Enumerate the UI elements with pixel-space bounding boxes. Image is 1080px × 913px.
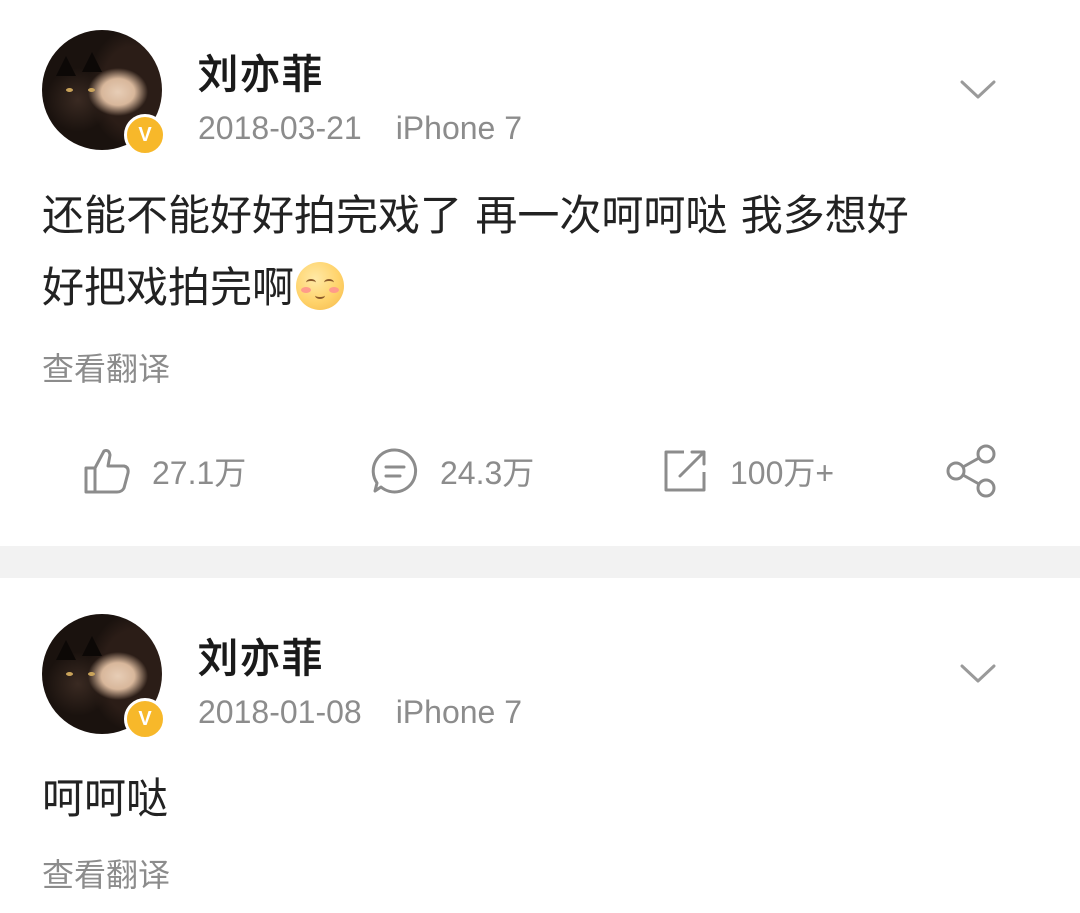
comment-icon	[371, 448, 418, 494]
chevron-down-icon[interactable]	[960, 664, 996, 684]
post-meta: 2018-03-21 iPhone 7	[198, 110, 522, 147]
emoji-mouth	[315, 292, 326, 299]
post-card: V 刘亦菲 2018-03-21 iPhone 7 还能不能好好拍完戏了 再一次呵…	[0, 0, 1080, 546]
emoji-eye	[324, 279, 335, 286]
verified-badge-icon: V	[124, 698, 166, 740]
post-card: V 刘亦菲 2018-01-08 iPhone 7 呵呵哒 查看翻译	[0, 578, 1080, 913]
translate-link[interactable]: 查看翻译	[42, 344, 170, 390]
post-content-text: 好把戏拍完啊	[42, 263, 295, 312]
post-date: 2018-01-08	[198, 694, 362, 730]
like-button[interactable]: 27.1万	[82, 436, 246, 506]
repost-button[interactable]: 100万+	[660, 436, 834, 506]
translate-link[interactable]: 查看翻译	[42, 850, 170, 896]
emoji-cheek	[329, 287, 340, 293]
post-content-line-2: 好把戏拍完啊	[42, 252, 1042, 324]
avatar-cat-eye	[66, 672, 73, 676]
repost-count: 100万+	[730, 455, 835, 491]
post-content: 呵呵哒	[42, 763, 1042, 835]
post-device: iPhone 7	[395, 110, 523, 146]
post-content: 还能不能好好拍完戏了 再一次呵呵哒 我多想好 好把戏拍完啊	[42, 180, 1042, 324]
avatar-cat-eye	[66, 88, 73, 92]
verified-badge-icon: V	[124, 114, 166, 156]
emoji-eye	[306, 279, 317, 286]
avatar-cat-ear	[82, 636, 102, 656]
repost-icon	[664, 450, 706, 492]
author-name[interactable]: 刘亦菲	[198, 42, 324, 100]
blush-smile-emoji-icon	[296, 262, 345, 310]
share-button[interactable]	[944, 436, 998, 506]
post-device: iPhone 7	[395, 694, 523, 730]
author-name[interactable]: 刘亦菲	[198, 626, 324, 684]
avatar-cat-ear	[82, 52, 102, 72]
action-bar: 27.1万 24.3万 100万+	[0, 436, 1080, 506]
post-content-line: 还能不能好好拍完戏了 再一次呵呵哒 我多想好	[42, 191, 909, 240]
emoji-cheek	[301, 287, 312, 293]
avatar-cat-ear	[56, 56, 76, 76]
post-date: 2018-03-21	[198, 110, 362, 146]
share-icon	[946, 444, 996, 498]
post-divider	[0, 546, 1080, 578]
thumbs-up-icon	[84, 449, 130, 494]
comment-count: 24.3万	[440, 455, 535, 491]
post-content-line: 呵呵哒	[42, 774, 169, 823]
chevron-down-icon[interactable]	[960, 80, 996, 100]
avatar-cat-ear	[56, 640, 76, 660]
like-count: 27.1万	[152, 455, 247, 491]
avatar-cat-eye	[88, 672, 95, 676]
comment-button[interactable]: 24.3万	[370, 436, 534, 506]
post-meta: 2018-01-08 iPhone 7	[198, 694, 522, 731]
avatar-cat-eye	[88, 88, 95, 92]
